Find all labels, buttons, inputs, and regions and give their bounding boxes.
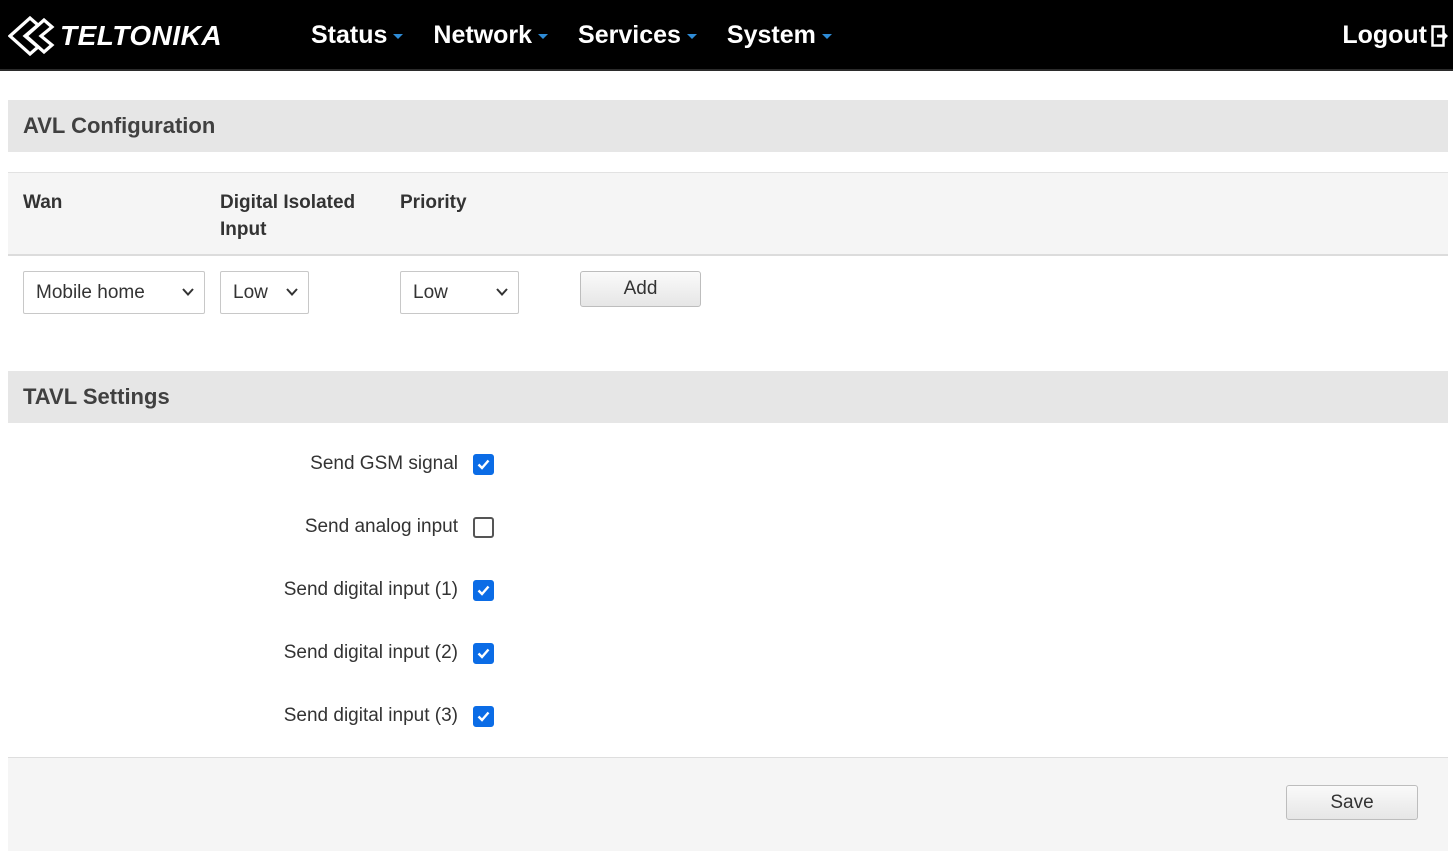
checkmark-icon <box>477 459 490 470</box>
column-digital-isolated-input: Digital Isolated Input <box>220 189 355 243</box>
digital-input-select-value: Low <box>233 281 268 303</box>
chevron-down-icon <box>286 288 298 296</box>
table-row: Mobile home Low Low Add <box>8 256 1448 344</box>
checkmark-icon <box>477 711 490 722</box>
send-digital-input-1-checkbox[interactable] <box>473 580 494 601</box>
caret-down-icon <box>538 34 549 39</box>
checkmark-icon <box>477 585 490 596</box>
avl-rules-table: Wan Digital Isolated Input Priority Mobi… <box>8 172 1448 344</box>
menu-system-label: System <box>726 21 816 49</box>
logout-icon <box>1431 24 1448 47</box>
send-digital-input-2-label: Send digital input (2) <box>283 642 458 663</box>
logout-button[interactable]: Logout <box>1342 0 1449 71</box>
column-priority: Priority <box>400 192 467 213</box>
column-digital-isolated-input-line1: Digital Isolated <box>220 192 356 213</box>
avl-configuration-title: AVL Configuration <box>23 113 216 138</box>
avl-configuration-header: AVL Configuration <box>8 100 1448 152</box>
wan-select[interactable]: Mobile home <box>23 271 205 314</box>
menu-system[interactable]: System <box>727 21 832 50</box>
brand-name: TELTONIKA <box>60 20 223 51</box>
add-button[interactable]: Add <box>580 271 701 307</box>
priority-select[interactable]: Low <box>400 271 519 314</box>
send-digital-input-3-label: Send digital input (3) <box>283 705 458 726</box>
form-footer: Save <box>8 757 1448 851</box>
digital-input-select[interactable]: Low <box>220 271 309 314</box>
checkmark-icon <box>477 648 490 659</box>
logout-label: Logout <box>1342 21 1427 49</box>
send-analog-input-label: Send analog input <box>304 516 458 537</box>
menu-network-label: Network <box>433 21 533 49</box>
menu-services-label: Services <box>578 21 681 49</box>
send-analog-input-checkbox[interactable] <box>473 517 494 538</box>
column-wan: Wan <box>23 192 63 213</box>
chevron-down-icon <box>182 288 194 296</box>
save-button-label: Save <box>1330 791 1374 813</box>
caret-down-icon <box>686 34 697 39</box>
caret-down-icon <box>393 34 404 39</box>
send-digital-input-2-checkbox[interactable] <box>473 643 494 664</box>
table-header: Wan Digital Isolated Input Priority <box>8 173 1448 256</box>
send-digital-input-1-label: Send digital input (1) <box>283 579 458 600</box>
wan-select-value: Mobile home <box>36 281 145 303</box>
priority-select-value: Low <box>413 281 448 303</box>
menu-status-label: Status <box>311 21 388 49</box>
menu-status[interactable]: Status <box>311 21 404 50</box>
tavl-settings-header: TAVL Settings <box>8 371 1448 423</box>
add-button-label: Add <box>623 278 658 299</box>
send-gsm-signal-label: Send GSM signal <box>310 453 458 474</box>
teltonika-logo-mark-icon <box>8 15 55 57</box>
save-button[interactable]: Save <box>1286 785 1418 820</box>
top-navigation-bar: TELTONIKA Status Network Services System… <box>0 0 1453 71</box>
main-menu: Status Network Services System <box>311 0 862 71</box>
teltonika-logo[interactable]: TELTONIKA <box>8 14 222 58</box>
tavl-settings-title: TAVL Settings <box>23 384 170 409</box>
chevron-down-icon <box>496 288 508 296</box>
send-digital-input-3-checkbox[interactable] <box>473 706 494 727</box>
column-digital-isolated-input-line2: Input <box>220 219 267 240</box>
caret-down-icon <box>821 34 832 39</box>
menu-network[interactable]: Network <box>433 21 549 50</box>
menu-services[interactable]: Services <box>578 21 697 50</box>
send-gsm-signal-checkbox[interactable] <box>473 454 494 475</box>
